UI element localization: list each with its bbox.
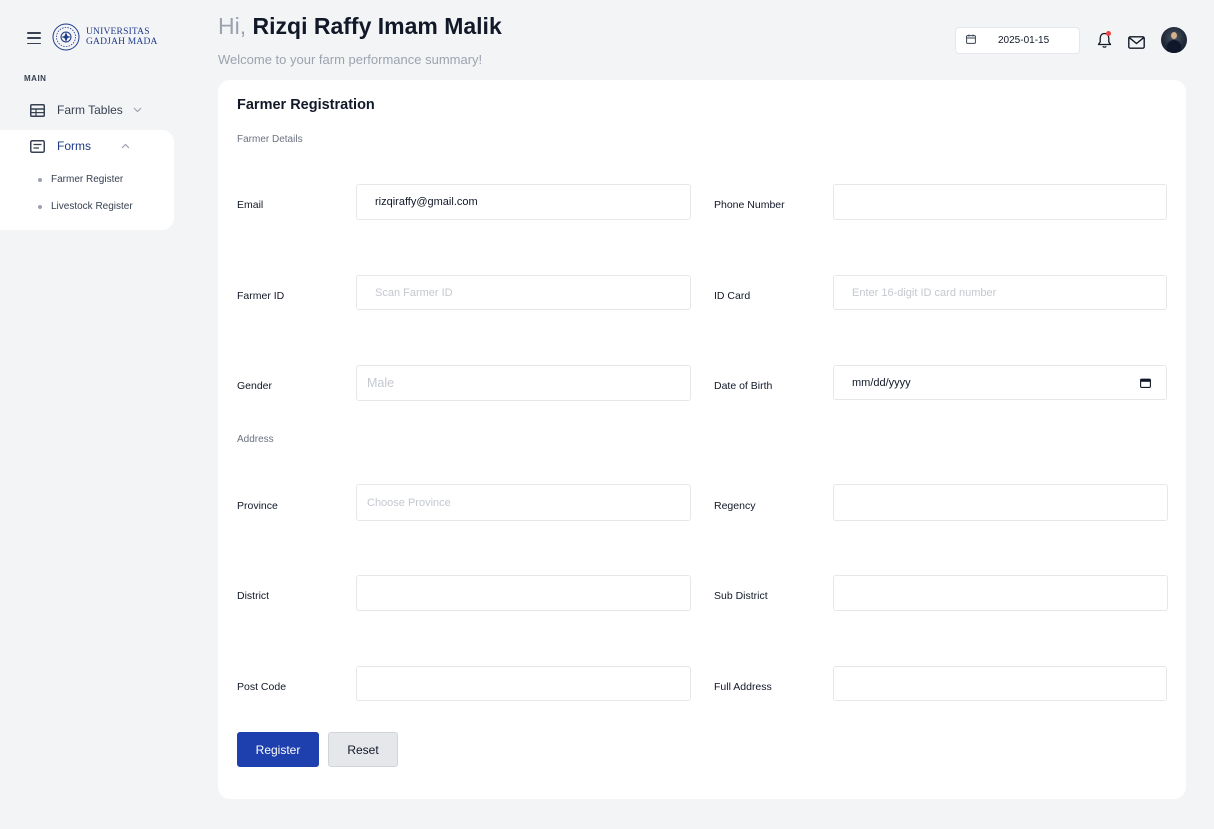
table-icon	[29, 102, 45, 118]
page-subtitle: Welcome to your farm performance summary…	[218, 52, 483, 67]
chevron-up-icon	[120, 141, 130, 151]
phone-field[interactable]	[833, 184, 1167, 220]
id-card-label: ID Card	[714, 290, 751, 302]
bell-icon[interactable]	[1095, 31, 1113, 49]
district-select[interactable]	[356, 575, 691, 611]
dob-field[interactable]: mm/dd/yyyy	[833, 365, 1167, 400]
post-code-field[interactable]	[356, 666, 691, 701]
form-icon	[29, 138, 45, 154]
email-label: Email	[237, 199, 264, 211]
regency-select[interactable]	[833, 484, 1168, 521]
address-label: Address	[237, 434, 274, 445]
bullet-icon	[38, 204, 42, 209]
district-label: District	[237, 590, 270, 602]
sub-district-label: Sub District	[714, 590, 768, 602]
university-seal-icon	[52, 23, 80, 51]
farmer-id-placeholder: Scan Farmer ID	[375, 286, 453, 299]
sidebar-subitem-label: Farmer Register	[51, 174, 124, 185]
full-address-field[interactable]	[833, 666, 1167, 701]
id-card-placeholder: Enter 16-digit ID card number	[852, 286, 997, 299]
logo-line-1: UNIVERSITAS	[86, 27, 150, 37]
dob-label: Date of Birth	[714, 380, 773, 392]
full-address-label: Full Address	[714, 681, 772, 693]
register-button[interactable]: Register	[237, 732, 319, 767]
sidebar-subitem-farmer-register[interactable]: Farmer Register	[38, 174, 123, 185]
sidebar-section-label: MAIN	[24, 74, 47, 83]
email-value: rizqiraffy@gmail.com	[375, 196, 478, 208]
form-title: Farmer Registration	[237, 97, 375, 113]
greeting-prefix: Hi,	[218, 13, 247, 39]
university-logo[interactable]: UNIVERSITAS GADJAH MADA	[52, 23, 158, 51]
province-select[interactable]: Choose Province	[356, 484, 691, 521]
avatar[interactable]	[1161, 27, 1187, 53]
gender-label: Gender	[237, 380, 273, 392]
bullet-icon	[38, 177, 42, 182]
sidebar-item-forms[interactable]: Forms	[0, 128, 174, 164]
chevron-down-icon	[133, 105, 143, 115]
sidebar-item-label: Forms	[57, 139, 91, 153]
logo-line-2: GADJAH MADA	[86, 37, 158, 47]
email-field[interactable]: rizqiraffy@gmail.com	[356, 184, 691, 220]
menu-icon[interactable]	[27, 32, 41, 44]
reset-button[interactable]: Reset	[328, 732, 398, 767]
sidebar-subitem-livestock-register[interactable]: Livestock Register	[38, 201, 133, 212]
sub-district-select[interactable]	[833, 575, 1168, 611]
regency-label: Regency	[714, 500, 756, 512]
gender-placeholder: Male	[367, 376, 395, 390]
notification-dot	[1106, 31, 1111, 36]
farmer-registration-card: Farmer Registration Farmer Details Email…	[218, 80, 1186, 799]
sidebar-item-label: Farm Tables	[57, 103, 123, 117]
sidebar: UNIVERSITAS GADJAH MADA MAIN Farm Tables…	[0, 0, 174, 829]
phone-label: Phone Number	[714, 199, 785, 211]
gender-select[interactable]: Male	[356, 365, 691, 401]
mail-icon[interactable]	[1127, 33, 1145, 51]
id-card-field[interactable]: Enter 16-digit ID card number	[833, 275, 1167, 310]
date-value: 2025-01-15	[998, 35, 1050, 46]
farmer-id-label: Farmer ID	[237, 290, 285, 302]
province-label: Province	[237, 500, 278, 512]
user-name: Rizqi Raffy Imam Malik	[252, 13, 502, 39]
greeting: Hi, Rizqi Raffy Imam Malik	[218, 13, 502, 40]
dob-value: mm/dd/yyyy	[852, 376, 911, 389]
post-code-label: Post Code	[237, 681, 287, 693]
province-placeholder: Choose Province	[367, 496, 451, 509]
sidebar-item-farm-tables[interactable]: Farm Tables	[0, 92, 174, 128]
sidebar-subitem-label: Livestock Register	[51, 201, 133, 212]
farmer-details-label: Farmer Details	[237, 134, 303, 145]
date-picker[interactable]: 2025-01-15	[955, 27, 1080, 54]
calendar-icon[interactable]	[1140, 378, 1151, 391]
farmer-id-field[interactable]: Scan Farmer ID	[356, 275, 691, 310]
calendar-icon	[966, 34, 976, 47]
